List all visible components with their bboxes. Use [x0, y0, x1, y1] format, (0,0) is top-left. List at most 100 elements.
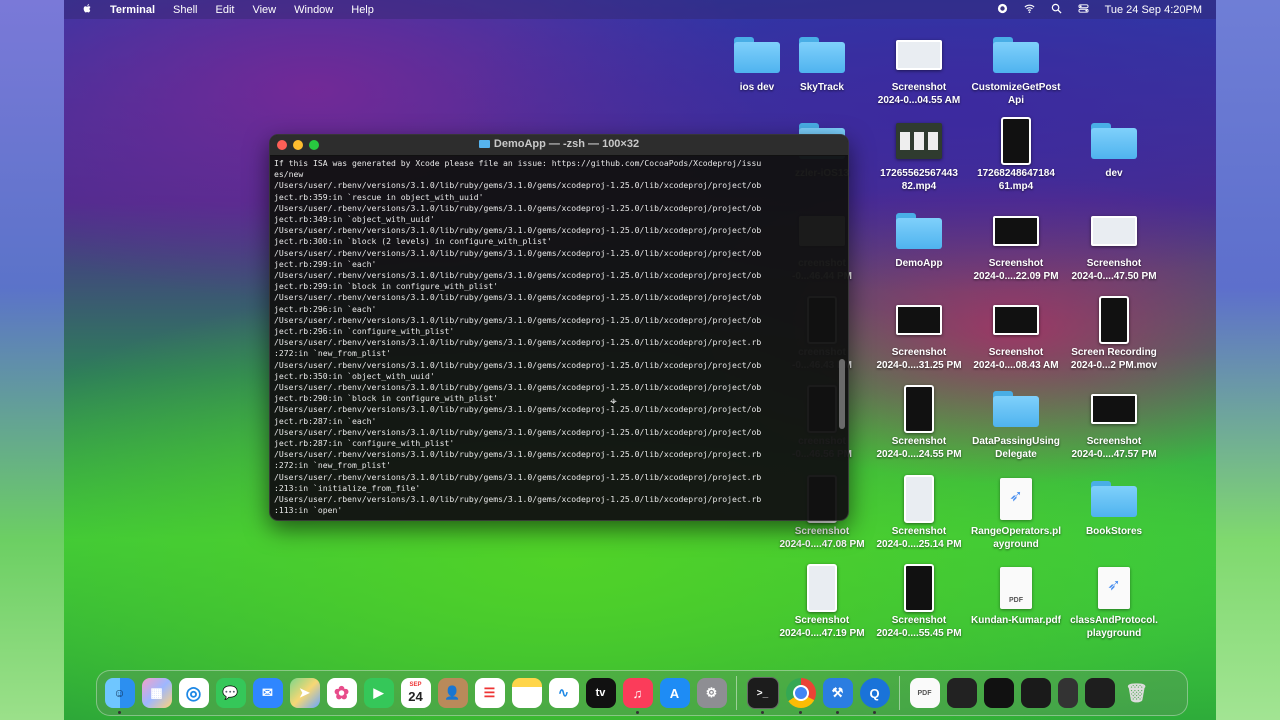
xcode-icon[interactable]: ⚒: [822, 678, 853, 714]
desktop-item[interactable]: ➶ classAndProtocol. playground: [1064, 565, 1164, 640]
contacts-icon[interactable]: 👤: [437, 678, 468, 708]
desktop-item-label: Screenshot 2024-0....47.57 PM: [1071, 436, 1157, 460]
running-indicator: [835, 711, 839, 714]
screenshot-thumbnail-icon: [993, 208, 1039, 254]
desktop-item[interactable]: ➶ RangeOperators.pl ayground: [966, 476, 1066, 551]
desktop-item-label: Screenshot 2024-0...04.55 AM: [877, 82, 961, 106]
control-center-icon[interactable]: [1078, 3, 1089, 17]
terminal-line: ject.rb:287:in `configure_with_plist': [274, 438, 455, 449]
apple-menu-icon[interactable]: [80, 3, 94, 17]
desktop-item[interactable]: BookStores: [1064, 476, 1164, 539]
menu-window[interactable]: Window: [294, 4, 333, 16]
system-settings-icon[interactable]: ⚙: [696, 678, 727, 708]
folder-icon: [993, 32, 1039, 78]
maps-icon[interactable]: ➤: [289, 678, 320, 708]
running-indicator: [798, 711, 802, 714]
terminal-line: /Users/user/.rbenv/versions/3.1.0/lib/ru…: [274, 180, 762, 191]
letterbox-right: [1216, 0, 1280, 720]
menu-view[interactable]: View: [252, 4, 276, 16]
terminal-output[interactable]: If this ISA was generated by Xcode pleas…: [274, 158, 834, 518]
desktop-item[interactable]: PDF Kundan-Kumar.pdf: [966, 565, 1066, 628]
menu-clock[interactable]: Tue 24 Sep 4:20PM: [1105, 4, 1202, 16]
folder-icon: [478, 140, 490, 148]
finder-icon[interactable]: ☺: [104, 678, 135, 714]
desktop-item[interactable]: Screenshot 2024-0....47.57 PM: [1064, 386, 1164, 461]
recent-window-thumbnail-icon[interactable]: [983, 678, 1014, 708]
desktop-item[interactable]: Screenshot 2024-0....31.25 PM: [869, 297, 969, 372]
desktop-item[interactable]: Screenshot 2024-0...04.55 AM: [869, 32, 969, 107]
terminal-line: ject.rb:349:in `object_with_uuid': [274, 214, 435, 225]
desktop-item-label: dev: [1105, 168, 1123, 179]
terminal-scrollbar[interactable]: [839, 159, 845, 515]
scrollbar-thumb[interactable]: [839, 359, 845, 429]
mail-icon[interactable]: ✉: [252, 678, 283, 708]
recent-window-thumbnail-icon[interactable]: [1020, 678, 1051, 708]
menu-app-name[interactable]: Terminal: [110, 4, 155, 16]
desktop-item[interactable]: 17268248647184 61.mp4: [966, 117, 1066, 193]
desktop-item-label: Screenshot 2024-0....25.14 PM: [876, 526, 962, 550]
desktop-item[interactable]: CustomizeGetPost Api: [966, 32, 1066, 107]
recent-window-thumbnail-icon[interactable]: [1084, 678, 1115, 708]
quicktime-icon[interactable]: Q: [859, 678, 890, 714]
safari-icon[interactable]: ◎: [178, 678, 209, 708]
chrome-icon[interactable]: [785, 678, 816, 714]
app-store-icon[interactable]: A: [659, 678, 690, 708]
desktop-item[interactable]: Screenshot 2024-0....22.09 PM: [966, 208, 1066, 283]
terminal-line: /Users/user/.rbenv/versions/3.1.0/lib/ru…: [274, 314, 762, 325]
letterbox-left: [0, 0, 64, 720]
menu-edit[interactable]: Edit: [216, 4, 235, 16]
desktop-item-label: 17268248647184 61.mp4: [977, 168, 1055, 192]
desktop-item[interactable]: Screenshot 2024-0....24.55 PM: [869, 385, 969, 461]
desktop-item-label: Screenshot 2024-0....22.09 PM: [973, 258, 1059, 282]
wifi-icon[interactable]: [1024, 3, 1035, 17]
terminal-line: ject.rb:299:in `block in configure_with_…: [274, 281, 499, 292]
terminal-icon[interactable]: >_: [746, 677, 779, 714]
desktop-item[interactable]: Screenshot 2024-0....47.50 PM: [1064, 208, 1164, 283]
calendar-icon[interactable]: SEP 24: [400, 678, 431, 708]
desktop-item[interactable]: DataPassingUsing Delegate: [966, 386, 1066, 461]
music-icon[interactable]: ♫: [622, 678, 653, 714]
terminal-line: /Users/user/.rbenv/versions/3.1.0/lib/ru…: [274, 202, 762, 213]
desktop-item-label: Screenshot 2024-0....08.43 AM: [973, 347, 1059, 371]
desktop-item[interactable]: SkyTrack: [772, 32, 872, 95]
facetime-icon[interactable]: ▶: [363, 678, 394, 708]
menu-shell[interactable]: Shell: [173, 4, 197, 16]
trash-icon[interactable]: 🗑: [1122, 678, 1152, 708]
desktop-item[interactable]: Screenshot 2024-0....25.14 PM: [869, 475, 969, 551]
dock: ☺ ▦ ◎ 💬 ✉ ➤ ✿ ▶ SEP 24 👤 ☰ ∿ tv ♫ A ⚙ >_ …: [96, 670, 1188, 716]
pdf-document-icon[interactable]: PDF: [909, 678, 940, 708]
reminders-icon[interactable]: ☰: [474, 678, 505, 708]
desktop-item-label: Screenshot 2024-0....47.50 PM: [1071, 258, 1157, 282]
desktop-item-label: BookStores: [1085, 526, 1143, 537]
desktop-item[interactable]: Screenshot 2024-0....08.43 AM: [966, 297, 1066, 372]
desktop-item-label: DataPassingUsing Delegate: [972, 436, 1060, 460]
pdf-file-icon: PDF: [993, 565, 1039, 611]
desktop-item[interactable]: DemoApp: [869, 208, 969, 271]
calendar-month: SEP: [409, 682, 422, 688]
notes-icon[interactable]: [511, 678, 542, 708]
desktop-item-label: Screenshot 2024-0....31.25 PM: [876, 347, 962, 371]
terminal-window[interactable]: DemoApp — -zsh — 100×32 If this ISA was …: [269, 134, 849, 521]
apple-tv-icon[interactable]: tv: [585, 678, 616, 708]
tv-label: tv: [595, 687, 606, 699]
desktop-item[interactable]: Screen Recording 2024-0...2 PM.mov: [1064, 296, 1164, 372]
desktop-item-label: CustomizeGetPost Api: [971, 82, 1061, 106]
messages-icon[interactable]: 💬: [215, 678, 246, 708]
pdf-label: PDF: [1009, 597, 1023, 604]
desktop-item[interactable]: Screenshot 2024-0....47.19 PM: [772, 564, 872, 640]
desktop-item[interactable]: dev: [1064, 118, 1164, 181]
desktop-item-label: Screenshot 2024-0....24.55 PM: [876, 436, 962, 460]
desktop-item[interactable]: Screenshot 2024-0....55.45 PM: [869, 564, 969, 640]
photos-icon[interactable]: ✿: [326, 678, 357, 708]
menu-help[interactable]: Help: [351, 4, 374, 16]
terminal-line: es/new: [274, 169, 304, 180]
terminal-line: /Users/user/.rbenv/versions/3.1.0/lib/ru…: [274, 382, 762, 393]
record-icon[interactable]: [997, 3, 1008, 17]
freeform-icon[interactable]: ∿: [548, 678, 579, 708]
search-icon[interactable]: [1051, 3, 1062, 17]
launchpad-icon[interactable]: ▦: [141, 678, 172, 708]
desktop-item[interactable]: 17265562567443 82.mp4: [869, 118, 969, 193]
recent-window-thumbnail-icon[interactable]: [1057, 678, 1078, 708]
recent-window-thumbnail-icon[interactable]: [946, 678, 977, 708]
window-titlebar[interactable]: DemoApp — -zsh — 100×32: [270, 135, 848, 156]
